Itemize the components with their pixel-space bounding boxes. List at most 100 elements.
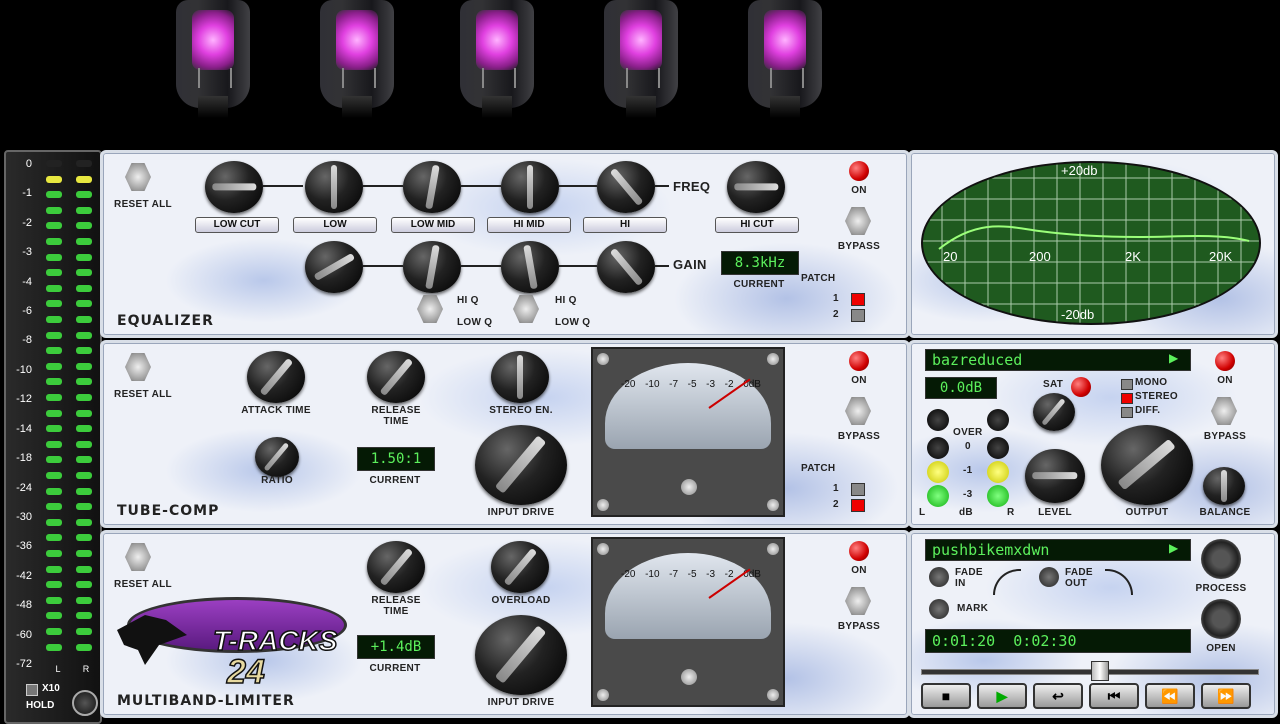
eq-on-led[interactable] <box>849 161 869 181</box>
diff-radio[interactable] <box>1121 407 1133 418</box>
stop-button[interactable]: ■ <box>921 683 971 709</box>
band-low-mid-button[interactable]: LOW MID <box>391 217 475 233</box>
meter-scale-label: -3 <box>22 246 32 259</box>
attack-time-knob[interactable] <box>247 351 305 403</box>
limiter-title: MULTIBAND-LIMITER <box>117 693 295 709</box>
comp-bypass-toggle[interactable] <box>845 397 871 425</box>
low-freq-knob[interactable] <box>305 161 363 213</box>
scope-freq-200: 200 <box>1029 249 1051 264</box>
eq-patch-1-button[interactable] <box>851 293 865 306</box>
hi-mid-low-q-label: LOW Q <box>555 317 591 328</box>
band-hi-button[interactable]: HI <box>583 217 667 233</box>
meter-segment <box>76 503 92 511</box>
low-gain-knob[interactable] <box>305 241 363 293</box>
x10-checkbox[interactable] <box>26 684 38 696</box>
meter-segment <box>46 206 62 214</box>
meter-segment <box>76 409 92 417</box>
sat-knob[interactable] <box>1033 393 1075 431</box>
limiter-reset-all-toggle[interactable] <box>125 543 151 571</box>
over-label: OVER <box>953 427 983 438</box>
output-knob[interactable] <box>1101 425 1193 505</box>
preset-name-display[interactable]: bazreduced <box>925 349 1191 371</box>
rewind-button[interactable]: ⏪ <box>1145 683 1195 709</box>
scope-freq-20: 20 <box>943 249 958 264</box>
meter-segment <box>46 440 62 448</box>
limiter-release-time-knob[interactable] <box>367 541 425 593</box>
file-play-icon[interactable]: ▶ <box>1169 541 1178 555</box>
low-cut-freq-knob[interactable] <box>205 161 263 213</box>
hi-gain-knob[interactable] <box>597 241 655 293</box>
sat-led[interactable] <box>1071 377 1091 397</box>
low-mid-freq-knob[interactable] <box>403 161 461 213</box>
limiter-on-led[interactable] <box>849 541 869 561</box>
meter-segment <box>76 643 92 651</box>
process-button[interactable] <box>1201 539 1241 579</box>
comp-patch-1-button[interactable] <box>851 483 865 496</box>
eq-patch-2-button[interactable] <box>851 309 865 322</box>
output-on-led[interactable] <box>1215 351 1235 371</box>
stereo-enhance-knob[interactable] <box>491 351 549 403</box>
output-bypass-toggle[interactable] <box>1211 397 1237 425</box>
level-knob[interactable] <box>1025 449 1085 503</box>
stereo-radio[interactable] <box>1121 393 1133 404</box>
meter-segment <box>46 425 62 433</box>
balance-knob[interactable] <box>1203 467 1245 505</box>
open-button[interactable] <box>1201 599 1241 639</box>
position-slider-thumb[interactable] <box>1090 661 1109 681</box>
low-mid-q-toggle[interactable] <box>417 295 443 323</box>
vacuum-tube-2 <box>316 0 398 118</box>
rewind-to-start-button[interactable]: ⏮ <box>1089 683 1139 709</box>
mono-label: MONO <box>1135 377 1168 388</box>
play-button[interactable]: ▶ <box>977 683 1027 709</box>
ratio-knob[interactable] <box>255 437 299 477</box>
output-bypass-label: BYPASS <box>1203 431 1247 442</box>
eq-bypass-toggle[interactable] <box>845 207 871 235</box>
comp-input-drive-knob[interactable] <box>475 425 567 505</box>
meter-segment <box>46 456 62 464</box>
hi-cut-freq-knob[interactable] <box>727 161 785 213</box>
meter-segment <box>76 565 92 573</box>
level-1-left-led <box>927 461 949 483</box>
limiter-current-display: +1.4dB <box>357 635 435 659</box>
file-name-display[interactable]: pushbikemxdwn <box>925 539 1191 561</box>
hi-mid-gain-knob[interactable] <box>501 241 559 293</box>
limiter-current-label: CURRENT <box>369 663 421 674</box>
preset-play-icon[interactable]: ▶ <box>1169 351 1178 365</box>
band-low-cut-button[interactable]: LOW CUT <box>195 217 279 233</box>
hold-button[interactable] <box>72 690 98 716</box>
over-right-led <box>987 409 1009 431</box>
meter-segment <box>76 534 92 542</box>
hi-mid-q-toggle[interactable] <box>513 295 539 323</box>
meter-segment <box>76 596 92 604</box>
meter-scale-label: -24 <box>16 481 32 494</box>
fade-out-button[interactable] <box>1039 567 1059 587</box>
hi-mid-freq-knob[interactable] <box>501 161 559 213</box>
overload-knob[interactable] <box>491 541 549 593</box>
comp-on-led[interactable] <box>849 351 869 371</box>
hi-freq-knob[interactable] <box>597 161 655 213</box>
band-hi-mid-button[interactable]: HI MID <box>487 217 571 233</box>
band-low-button[interactable]: LOW <box>293 217 377 233</box>
meter-segment <box>76 316 92 323</box>
mono-radio[interactable] <box>1121 379 1133 390</box>
comp-reset-all-toggle[interactable] <box>125 353 151 381</box>
low-mid-gain-knob[interactable] <box>403 241 461 293</box>
eq-current-label: CURRENT <box>733 279 785 290</box>
fade-in-button[interactable] <box>929 567 949 587</box>
release-time-knob[interactable] <box>367 351 425 403</box>
loop-button[interactable]: ↩ <box>1033 683 1083 709</box>
eq-reset-all-toggle[interactable] <box>125 163 151 191</box>
band-hi-cut-button[interactable]: HI CUT <box>715 217 799 233</box>
right-channel-label: R <box>1007 507 1015 518</box>
meter-segment <box>46 175 62 183</box>
fast-forward-button[interactable]: ⏩ <box>1201 683 1251 709</box>
meter-segment <box>46 238 62 245</box>
comp-patch-2-button[interactable] <box>851 499 865 512</box>
limiter-input-drive-knob[interactable] <box>475 615 567 695</box>
eq-patch-2-label: 2 <box>833 309 839 320</box>
level-0-right-led <box>987 437 1009 459</box>
meter-segment <box>46 565 62 573</box>
limiter-bypass-toggle[interactable] <box>845 587 871 615</box>
mark-button[interactable] <box>929 599 949 619</box>
meter-scale-label: -10 <box>16 363 32 376</box>
